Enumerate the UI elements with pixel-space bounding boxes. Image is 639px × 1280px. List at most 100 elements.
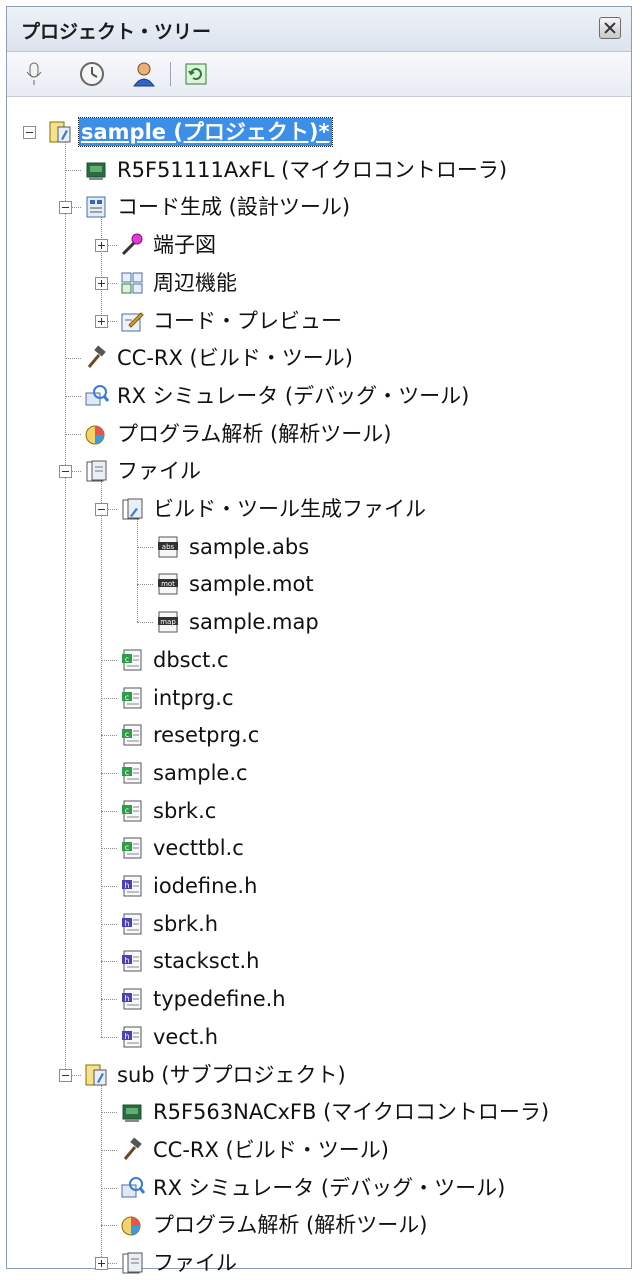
collapse-icon[interactable] [59, 1068, 72, 1082]
svg-text:c: c [125, 843, 129, 852]
user-icon[interactable] [129, 59, 159, 89]
tree-item-label: dbsct.c [153, 647, 229, 672]
tree-connector-line [101, 659, 117, 661]
tree-item-label: RX シミュレータ (デバッグ・ツール) [117, 383, 470, 408]
tree-item[interactable]: c dbsct.c [119, 643, 231, 677]
tree-item[interactable]: ファイル [119, 1246, 239, 1280]
tree-item[interactable]: c sbrk.c [119, 794, 218, 828]
tree-connector-line [137, 622, 153, 624]
expand-icon[interactable] [95, 276, 108, 290]
tree-item-label: sample.c [153, 760, 248, 785]
tree-connector-line [65, 433, 81, 435]
tree-item[interactable]: 端子図 [119, 228, 218, 262]
tree-item-label: CC-RX (ビルド・ツール) [153, 1137, 389, 1162]
project-root[interactable]: sample (プロジェクト)* [47, 115, 333, 149]
tree-item[interactable]: abs sample.abs [155, 530, 311, 564]
tree-item-label: intprg.c [153, 685, 234, 710]
tree-item-label: iodefine.h [153, 874, 258, 898]
tree-item-label: typedefine.h [153, 987, 286, 1012]
tree-connector-line [101, 1149, 117, 1151]
svg-text:c: c [125, 693, 129, 702]
tree-item[interactable]: コード生成 (設計ツール) [83, 190, 352, 224]
collapse-icon[interactable] [59, 465, 72, 479]
tree-item-label: sample.abs [189, 534, 310, 559]
debug-tool-icon [83, 383, 110, 409]
tree-item[interactable]: h stacksct.h [119, 944, 261, 978]
collapse-icon[interactable] [95, 503, 108, 516]
tree-item[interactable]: map sample.map [155, 605, 321, 639]
tree-connector-line [101, 1225, 117, 1227]
tree-item-label: CC-RX (ビルド・ツール) [117, 346, 353, 371]
h-file-icon: h [119, 873, 145, 899]
analysis-tool-icon [119, 1212, 145, 1238]
tree-connector-line [101, 772, 117, 774]
tree-item[interactable]: ファイル [83, 454, 203, 488]
tree-item[interactable]: c sample.c [119, 756, 250, 790]
tree-connector-line [101, 848, 117, 850]
tree-item-label: R5F563NACxFB (マイクロコントローラ) [153, 1100, 550, 1125]
h-file-icon: h [119, 1024, 145, 1050]
debug-tool-icon [119, 1175, 146, 1201]
analysis-tool-icon [83, 421, 109, 447]
tree-item[interactable]: RX シミュレータ (デバッグ・ツール) [83, 379, 471, 413]
tree-item-label: sample (プロジェクト)* [78, 117, 333, 147]
tree-item[interactable]: c intprg.c [119, 681, 236, 715]
svg-text:h: h [124, 994, 129, 1003]
tree-item-label: vecttbl.c [153, 836, 244, 861]
collapse-icon[interactable] [23, 126, 36, 139]
tree-connector-line [65, 395, 81, 397]
tree-item[interactable]: ビルド・ツール生成ファイル [119, 492, 428, 526]
tree-item[interactable]: 周辺機能 [119, 266, 239, 300]
tree-item[interactable]: h sbrk.h [119, 907, 220, 941]
tree-item[interactable]: h iodefine.h [119, 869, 259, 903]
c-file-icon: c [119, 760, 145, 786]
subproject[interactable]: sub (サブプロジェクト) [83, 1058, 348, 1092]
code-preview-icon [119, 308, 145, 334]
tree-item[interactable]: CC-RX (ビルド・ツール) [83, 341, 355, 375]
tree-item[interactable]: R5F563NACxFB (マイクロコントローラ) [119, 1095, 551, 1129]
tree-item-label: vect.h [153, 1024, 219, 1049]
tree-item[interactable]: プログラム解析 (解析ツール) [119, 1208, 429, 1242]
tree-connector-line [101, 1187, 117, 1189]
tree-item[interactable]: mot sample.mot [155, 567, 316, 601]
tree-item-label: プログラム解析 (解析ツール) [153, 1213, 428, 1238]
c-file-icon: c [119, 722, 145, 748]
panel-title: プロジェクト・ツリー [21, 21, 212, 43]
microcontroller-icon [83, 157, 109, 183]
tree-item-label: RX シミュレータ (デバッグ・ツール) [153, 1175, 506, 1200]
tree-item[interactable]: c vecttbl.c [119, 831, 246, 865]
expand-icon[interactable] [95, 314, 108, 328]
abs-file-icon: abs [155, 534, 181, 560]
tree-item-label: ビルド・ツール生成ファイル [153, 497, 426, 521]
project-tree: sample (プロジェクト)* R5F51111AxFL (マイクロコントローラ… [7, 97, 631, 1275]
tree-item[interactable]: h typedefine.h [119, 982, 288, 1016]
clock-icon[interactable] [77, 59, 107, 89]
microcontroller-icon [119, 1099, 145, 1125]
svg-text:c: c [125, 768, 129, 777]
tree-item[interactable]: RX シミュレータ (デバッグ・ツール) [119, 1171, 507, 1205]
collapse-icon[interactable] [59, 201, 72, 215]
tree-item[interactable]: CC-RX (ビルド・ツール) [119, 1133, 391, 1167]
tree-connector-line [101, 735, 117, 737]
tree-connector-line [101, 217, 102, 321]
tree-item[interactable]: R5F51111AxFL (マイクロコントローラ) [83, 153, 509, 187]
svg-text:h: h [124, 956, 129, 965]
c-file-icon: c [119, 685, 145, 711]
build-tool-icon [119, 1137, 145, 1163]
expand-icon[interactable] [95, 239, 108, 253]
refresh-icon[interactable] [181, 59, 211, 89]
microphone-icon[interactable] [19, 59, 49, 89]
close-icon[interactable] [599, 17, 621, 39]
svg-text:c: c [125, 655, 129, 664]
tree-item[interactable]: プログラム解析 (解析ツール) [83, 417, 393, 451]
tree-item[interactable]: コード・プレビュー [119, 304, 344, 338]
tree-item[interactable]: c resetprg.c [119, 718, 261, 752]
tree-item[interactable]: h vect.h [119, 1020, 220, 1054]
h-file-icon: h [119, 986, 145, 1012]
tree-item-label: 周辺機能 [153, 270, 237, 295]
expand-icon[interactable] [95, 1257, 108, 1270]
c-file-icon: c [119, 647, 145, 673]
project-icon [47, 119, 73, 145]
svg-text:abs: abs [162, 543, 175, 551]
toolbar-separator [170, 62, 171, 86]
